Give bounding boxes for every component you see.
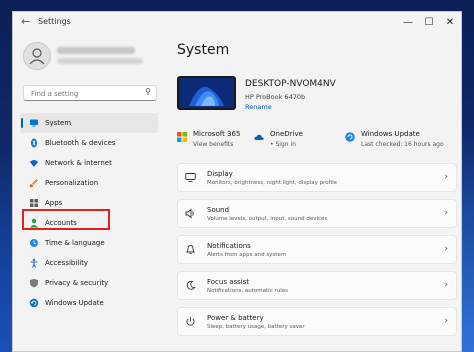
sidebar-item-personalization[interactable]: Personalization <box>20 173 158 193</box>
cloud-icon <box>254 134 264 140</box>
quick-link-title: Microsoft 365 <box>193 130 241 138</box>
sidebar-item-network[interactable]: Network & internet <box>20 153 158 173</box>
card-power-battery[interactable]: Power & battery Sleep, battery usage, ba… <box>177 307 457 336</box>
sidebar-item-label: System <box>45 119 72 127</box>
shield-icon <box>29 278 39 288</box>
search-box[interactable]: ⚲ <box>23 85 157 101</box>
sidebar-item-system[interactable]: System <box>20 113 158 133</box>
sidebar-item-privacy[interactable]: Privacy & security <box>20 273 158 293</box>
apps-icon <box>29 198 39 208</box>
microsoft-logo-icon <box>177 132 187 142</box>
sidebar-item-label: Bluetooth & devices <box>45 139 116 147</box>
page-title: System <box>177 42 230 58</box>
update-icon <box>345 132 355 142</box>
card-subtitle: Monitors, brightness, night light, displ… <box>207 180 338 186</box>
monitor-icon <box>29 118 39 128</box>
bell-icon <box>185 244 196 255</box>
chevron-right-icon: › <box>444 172 448 182</box>
card-subtitle: Sleep, battery usage, battery saver <box>207 324 305 330</box>
sidebar-item-time-language[interactable]: Time & language <box>20 233 158 253</box>
sidebar-item-label: Privacy & security <box>45 279 109 287</box>
sidebar-item-windows-update[interactable]: Windows Update <box>20 293 158 313</box>
quick-link-title: OneDrive <box>270 130 303 138</box>
wifi-icon <box>29 158 39 168</box>
chevron-right-icon: › <box>444 244 448 254</box>
brush-icon <box>29 178 39 188</box>
card-sound[interactable]: Sound Volume levels, output, input, soun… <box>177 199 457 228</box>
accounts-highlight-box <box>22 209 110 230</box>
quick-link-subtitle: • Sign in <box>270 141 296 148</box>
sidebar-item-bluetooth[interactable]: Bluetooth & devices <box>20 133 158 153</box>
sidebar-item-label: Windows Update <box>45 299 104 307</box>
close-button[interactable]: ✕ <box>439 13 461 33</box>
device-model: HP ProBook 6470b <box>245 93 306 101</box>
minimize-button[interactable]: — <box>397 13 419 33</box>
blurred-user-email <box>57 58 143 64</box>
sidebar-item-label: Accessibility <box>45 259 89 267</box>
quick-link-subtitle: View benefits <box>193 141 234 148</box>
avatar <box>23 42 51 70</box>
card-subtitle: Volume levels, output, input, sound devi… <box>207 216 328 222</box>
moon-icon <box>185 280 196 291</box>
update-icon <box>29 298 39 308</box>
title-bar: ← Settings — ☐ ✕ <box>13 12 461 34</box>
device-name: DESKTOP-NVOM4NV <box>245 79 336 89</box>
display-icon <box>185 172 196 183</box>
maximize-button[interactable]: ☐ <box>418 13 440 33</box>
settings-window: ← Settings — ☐ ✕ ⚲ System Blu <box>12 11 462 352</box>
window-title: Settings <box>38 17 71 26</box>
card-subtitle: Alerts from apps and system <box>207 252 287 258</box>
power-icon <box>185 316 196 327</box>
device-wallpaper-thumbnail <box>177 76 236 110</box>
blurred-user-name <box>57 47 135 54</box>
sidebar-item-accessibility[interactable]: Accessibility <box>20 253 158 273</box>
search-input[interactable] <box>29 87 137 101</box>
accessibility-icon <box>29 258 39 268</box>
sidebar-item-label: Personalization <box>45 179 99 187</box>
card-title: Notifications <box>207 242 251 250</box>
card-focus-assist[interactable]: Focus assist Notifications, automatic ru… <box>177 271 457 300</box>
speaker-icon <box>185 208 196 219</box>
chevron-right-icon: › <box>444 316 448 326</box>
card-subtitle: Notifications, automatic rules <box>207 288 289 294</box>
card-display[interactable]: Display Monitors, brightness, night ligh… <box>177 163 457 192</box>
rename-link[interactable]: Rename <box>245 103 272 111</box>
chevron-right-icon: › <box>444 280 448 290</box>
card-title: Power & battery <box>207 314 264 322</box>
bluetooth-icon <box>29 138 39 148</box>
quick-link-title: Windows Update <box>361 130 420 138</box>
quick-link-subtitle: Last checked: 16 hours ago <box>361 141 444 148</box>
sidebar-item-label: Time & language <box>45 239 105 247</box>
sidebar-item-label: Network & internet <box>45 159 112 167</box>
card-title: Focus assist <box>207 278 250 286</box>
person-icon <box>29 48 45 65</box>
card-title: Sound <box>207 206 230 214</box>
sidebar-item-label: Apps <box>45 199 63 207</box>
card-notifications[interactable]: Notifications Alerts from apps and syste… <box>177 235 457 264</box>
card-title: Display <box>207 170 233 178</box>
back-arrow-icon[interactable]: ← <box>21 15 30 28</box>
chevron-right-icon: › <box>444 208 448 218</box>
globe-clock-icon <box>29 238 39 248</box>
search-icon[interactable]: ⚲ <box>145 87 151 96</box>
